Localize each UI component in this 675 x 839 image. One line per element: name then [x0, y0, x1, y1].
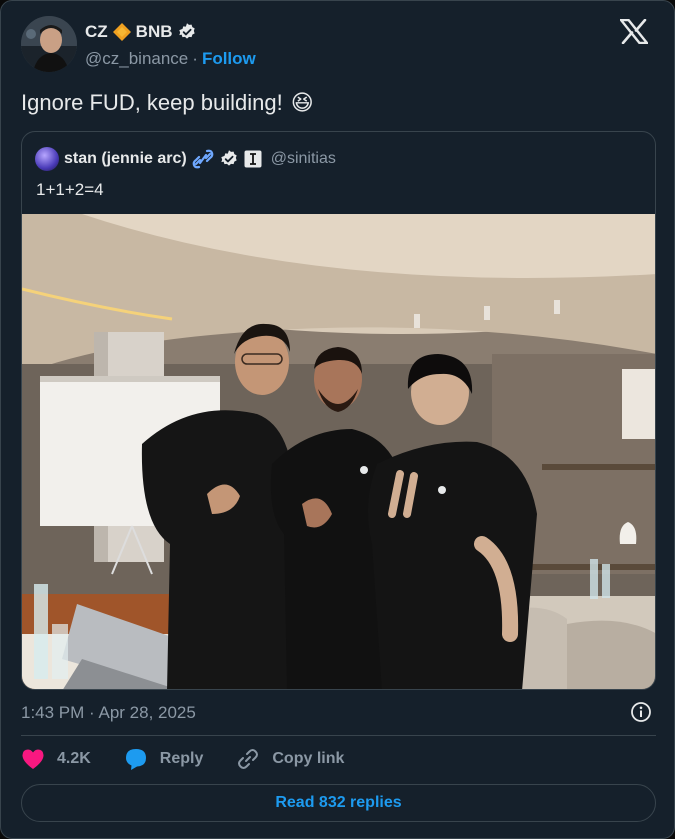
- like-button[interactable]: 4.2K: [21, 748, 91, 770]
- author-avatar[interactable]: [21, 16, 77, 72]
- author-handle[interactable]: @cz_binance: [85, 49, 188, 69]
- link-icon: [238, 749, 259, 769]
- author-handle-row: @cz_binance · Follow: [85, 49, 256, 69]
- follow-button[interactable]: Follow: [202, 49, 256, 69]
- x-logo-icon[interactable]: [620, 19, 648, 44]
- tweet-timestamp[interactable]: 1:43 PM · Apr 28, 2025: [21, 703, 196, 723]
- tweet-actions: 4.2K Reply Copy link: [21, 747, 377, 771]
- affiliate-badge-icon: [244, 150, 262, 168]
- separator-dot: ·: [192, 49, 198, 68]
- chain-link-icon: [192, 149, 214, 169]
- read-replies-button[interactable]: Read 832 replies: [21, 784, 656, 822]
- quoted-author-avatar: [35, 147, 59, 171]
- copy-link-button[interactable]: Copy link: [236, 747, 344, 771]
- quoted-tweet-text: 1+1+2=4: [36, 180, 104, 199]
- quoted-author-name: stan (jennie arc): [64, 150, 187, 167]
- reply-label: Reply: [159, 750, 204, 767]
- reply-button[interactable]: Reply: [124, 747, 204, 771]
- quoted-tweet-header: stan (jennie arc) @sinitias: [35, 147, 336, 171]
- author-name-row: CZ BNB: [85, 22, 197, 42]
- verified-badge-icon: [221, 150, 237, 166]
- author-name-suffix: BNB: [135, 22, 173, 41]
- grinning-squinting-emoji: 😆: [290, 90, 314, 115]
- divider: [21, 735, 656, 736]
- copy-link-label: Copy link: [272, 750, 345, 767]
- info-icon[interactable]: [630, 701, 652, 723]
- reply-bubble-icon: [125, 749, 146, 770]
- diamond-icon: [112, 23, 131, 41]
- quoted-tweet-photo[interactable]: [22, 214, 656, 690]
- quoted-author-handle: @sinitias: [270, 150, 336, 167]
- author-name[interactable]: CZ: [85, 22, 108, 42]
- heart-icon: [22, 749, 44, 769]
- tweet-body: Ignore FUD, keep building!: [21, 90, 283, 115]
- like-count: 4.2K: [57, 750, 91, 767]
- verified-badge-icon: [178, 23, 195, 39]
- tweet-card: CZ BNB @cz_binance · Follow Ignore FUD, …: [0, 0, 675, 839]
- read-replies-label: Read 832 replies: [275, 794, 402, 811]
- tweet-text: Ignore FUD, keep building! 😆: [21, 90, 314, 116]
- quoted-tweet[interactable]: stan (jennie arc) @sinitias 1+1+2=4: [21, 131, 656, 690]
